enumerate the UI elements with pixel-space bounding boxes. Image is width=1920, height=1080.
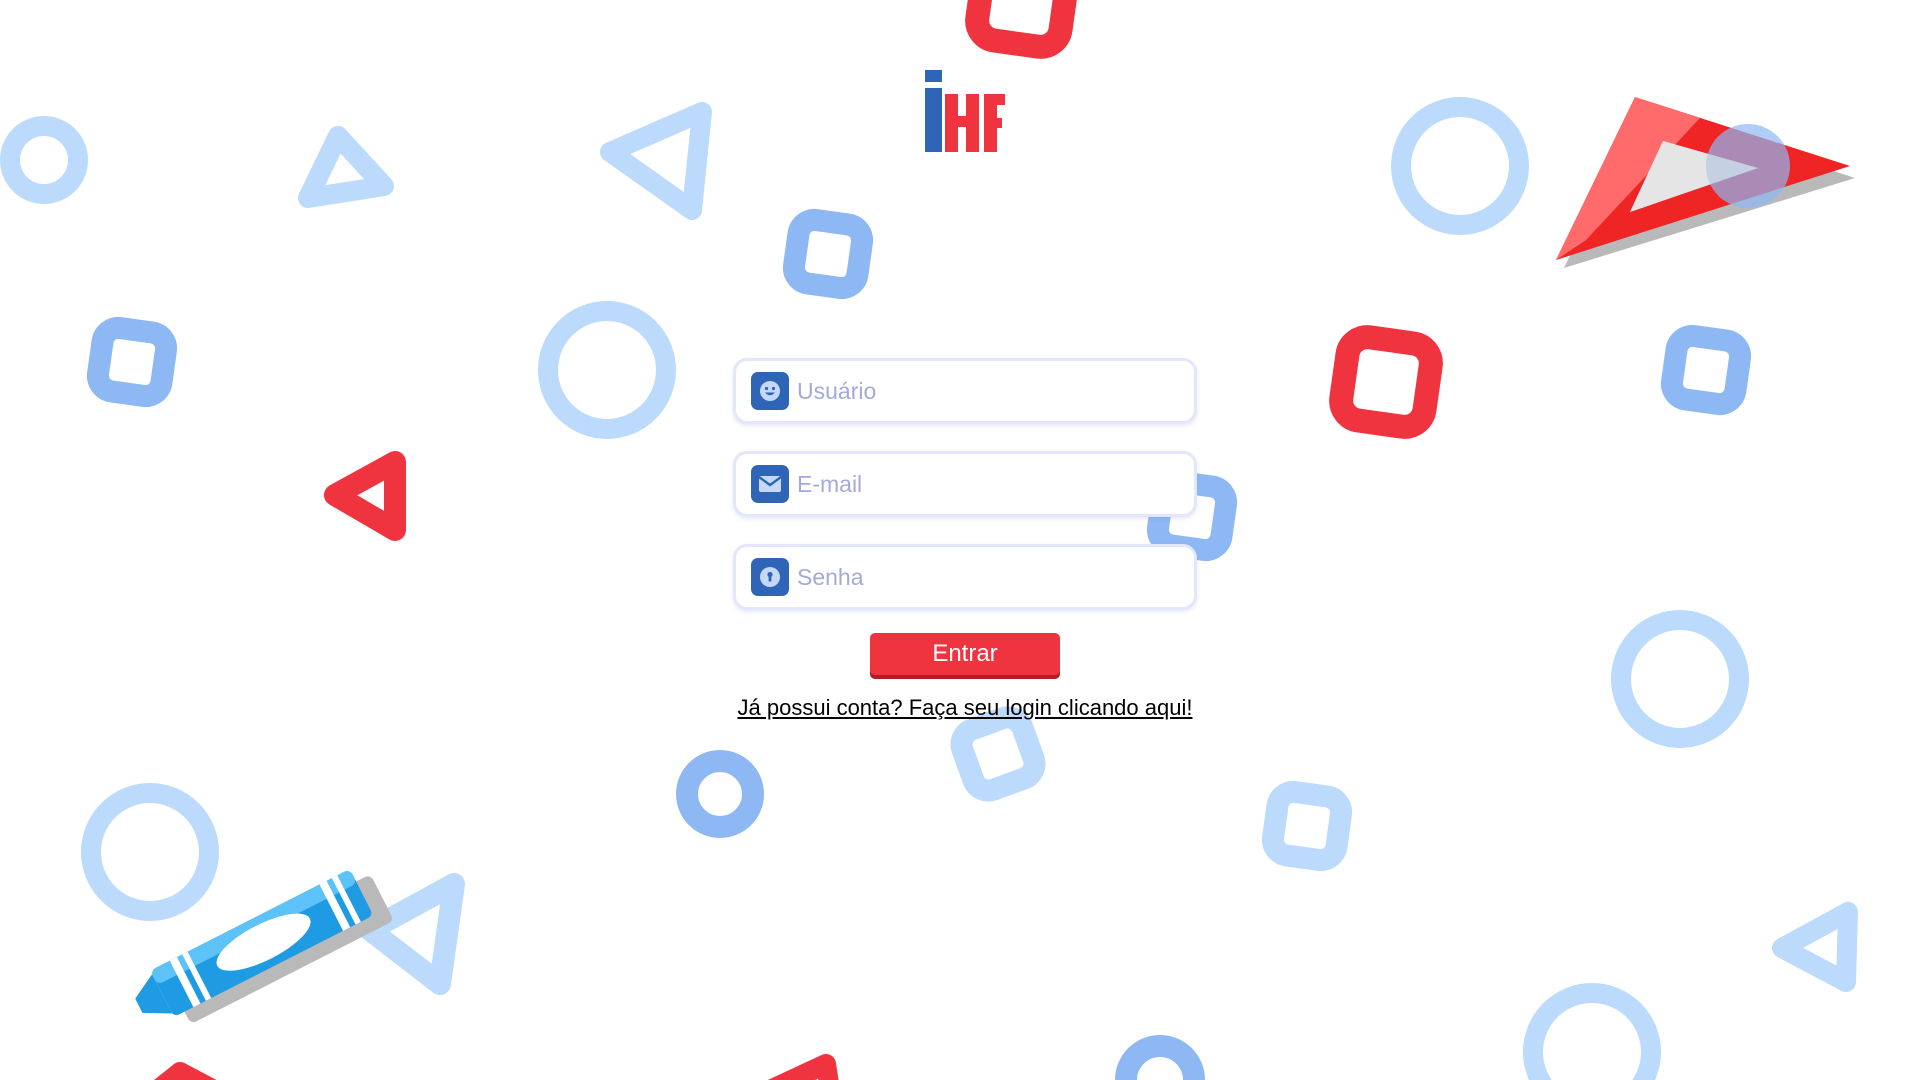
submit-button[interactable]: Entrar [870, 633, 1060, 675]
login-link[interactable]: Já possui conta? Faça seu login clicando… [733, 695, 1197, 721]
login-form: Entrar Já possui conta? Faça seu login c… [733, 358, 1197, 721]
email-field[interactable] [733, 451, 1197, 517]
set-square-ruler [1556, 97, 1855, 268]
envelope-icon [751, 465, 789, 503]
password-field[interactable] [733, 544, 1197, 610]
brand-logo [925, 70, 1005, 152]
username-field[interactable] [733, 358, 1197, 424]
lock-icon [751, 558, 789, 596]
crayon-illustration [135, 871, 392, 1023]
username-input[interactable] [797, 371, 1177, 411]
email-input[interactable] [797, 464, 1177, 504]
smiley-face-icon [751, 372, 789, 410]
password-input[interactable] [797, 557, 1177, 597]
